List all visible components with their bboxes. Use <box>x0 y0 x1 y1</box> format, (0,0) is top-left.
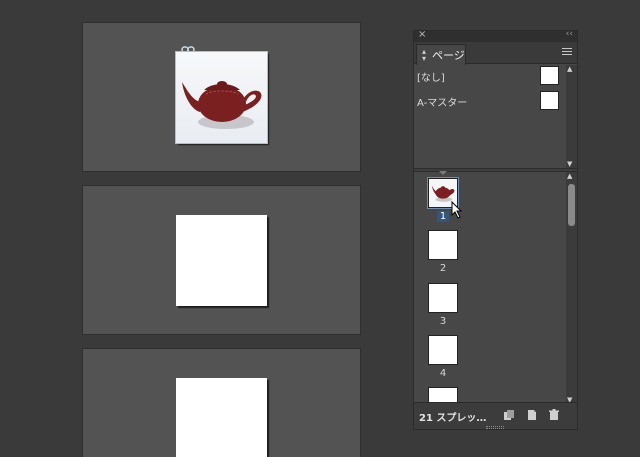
page-2-canvas[interactable] <box>176 215 267 306</box>
page-number: 4 <box>439 368 447 379</box>
spread-3 <box>82 348 361 457</box>
master-a-label[interactable]: A-マスター <box>417 94 467 109</box>
scroll-up-icon[interactable]: ▲ <box>567 172 572 180</box>
masters-section: [なし] A-マスター <box>414 65 566 168</box>
mouse-cursor-icon <box>451 201 463 219</box>
teapot-image[interactable] <box>178 72 266 134</box>
page-thumbnail[interactable] <box>428 283 458 313</box>
panel-tab-row: ▴ ▾ ページ <box>414 42 577 65</box>
panel-footer: 21 スプレッ… <box>414 402 577 429</box>
page-number: 2 <box>439 263 447 274</box>
close-icon[interactable]: × <box>418 29 426 40</box>
master-none-thumbnail[interactable] <box>540 66 559 85</box>
pages-panel: × ‹‹ ▴ ▾ ページ [なし] A-マスター ▲ ▼ 1 2 3 4 ▲ ▼… <box>413 29 578 430</box>
page-item-4[interactable]: 4 <box>428 335 458 379</box>
page-thumbnail[interactable] <box>428 335 458 365</box>
delete-page-icon[interactable] <box>548 409 560 421</box>
pages-list: 1 2 3 4 <box>414 172 566 404</box>
spread-2 <box>82 185 361 335</box>
page-1-canvas[interactable] <box>175 51 268 144</box>
masters-scrollbar[interactable]: ▲ ▼ <box>566 65 577 168</box>
master-none-label[interactable]: [なし] <box>417 69 445 84</box>
spread-1 <box>82 22 361 172</box>
pages-scrollbar[interactable]: ▲ ▼ <box>566 172 577 404</box>
resize-grip[interactable] <box>486 426 504 429</box>
page-number: 3 <box>439 316 447 327</box>
tab-stepper-icon[interactable]: ▴ ▾ <box>422 48 426 63</box>
scroll-up-icon[interactable]: ▲ <box>567 65 572 73</box>
panel-menu-icon[interactable] <box>562 48 572 56</box>
tab-pages-label: ページ <box>432 49 465 62</box>
page-item-3[interactable]: 3 <box>428 283 458 327</box>
panel-title-bar[interactable]: × ‹‹ <box>414 29 577 42</box>
tab-pages[interactable]: ▴ ▾ ページ <box>416 44 466 65</box>
edit-page-size-icon[interactable] <box>503 409 515 421</box>
scroll-thumb[interactable] <box>568 184 575 226</box>
master-a-thumbnail[interactable] <box>540 91 559 110</box>
page-item-2[interactable]: 2 <box>428 230 458 274</box>
spread-count-text: 21 スプレッ… <box>419 413 487 424</box>
scroll-down-icon[interactable]: ▼ <box>567 160 572 168</box>
page-3-canvas[interactable] <box>176 378 267 457</box>
collapse-icon[interactable]: ‹‹ <box>566 29 573 39</box>
new-page-icon[interactable] <box>526 409 538 421</box>
page-thumbnail[interactable] <box>428 230 458 260</box>
